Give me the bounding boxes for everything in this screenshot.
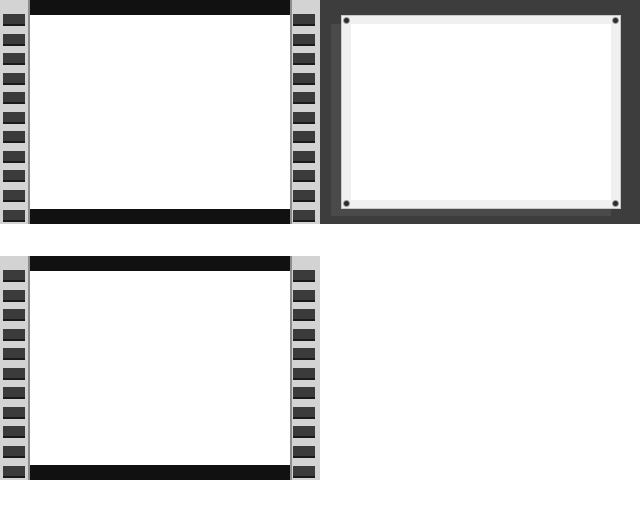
film-sprocket-hole	[293, 290, 315, 302]
film-screen	[30, 256, 290, 480]
pin-icon	[613, 201, 618, 206]
film-bar-top	[30, 0, 290, 15]
pin-icon	[613, 18, 618, 23]
film-sprocket-hole	[293, 309, 315, 321]
film-sprocket-hole	[3, 190, 25, 202]
film-sprocket-hole	[3, 270, 25, 282]
film-sprocket-hole	[3, 131, 25, 143]
film-bar-bottom	[30, 209, 290, 224]
film-sprocket-hole	[293, 466, 315, 478]
film-sprocket-hole	[3, 112, 25, 124]
film-screen	[30, 0, 290, 224]
film-strip-right	[290, 0, 320, 224]
film-sprocket-hole	[3, 426, 25, 438]
film-sprocket-hole	[3, 387, 25, 399]
film-sprocket-hole	[293, 151, 315, 163]
board-card	[341, 15, 621, 209]
film-sprocket-hole	[293, 112, 315, 124]
film-sprocket-hole	[293, 407, 315, 419]
film-sprocket-hole	[293, 131, 315, 143]
film-bar-bottom	[30, 465, 290, 480]
pin-icon	[344, 18, 349, 23]
film-sprocket-hole	[3, 53, 25, 65]
film-sprocket-hole	[3, 368, 25, 380]
film-sprocket-hole	[3, 73, 25, 85]
film-sprocket-hole	[3, 210, 25, 222]
canvas	[0, 0, 640, 512]
board-card-content	[351, 24, 611, 200]
film-sprocket-hole	[3, 466, 25, 478]
film-sprocket-hole	[3, 407, 25, 419]
film-sprocket-hole	[293, 170, 315, 182]
film-frame-bottom	[0, 256, 320, 480]
framed-board	[320, 0, 640, 224]
film-sprocket-hole	[293, 14, 315, 26]
film-sprocket-hole	[293, 92, 315, 104]
film-strip-left	[0, 256, 30, 480]
film-sprocket-hole	[3, 329, 25, 341]
film-sprocket-hole	[293, 348, 315, 360]
film-sprocket-hole	[3, 14, 25, 26]
film-sprocket-hole	[293, 270, 315, 282]
film-sprocket-hole	[3, 309, 25, 321]
film-sprocket-hole	[293, 53, 315, 65]
film-sprocket-hole	[293, 73, 315, 85]
film-sprocket-hole	[293, 446, 315, 458]
pin-icon	[344, 201, 349, 206]
film-bar-top	[30, 256, 290, 271]
film-sprocket-hole	[293, 34, 315, 46]
film-sprocket-hole	[3, 92, 25, 104]
film-strip-left	[0, 0, 30, 224]
film-strip-right	[290, 256, 320, 480]
film-sprocket-hole	[3, 348, 25, 360]
film-sprocket-hole	[293, 190, 315, 202]
film-sprocket-hole	[293, 368, 315, 380]
film-sprocket-hole	[3, 290, 25, 302]
film-frame-top	[0, 0, 320, 224]
film-sprocket-hole	[3, 151, 25, 163]
film-sprocket-hole	[3, 170, 25, 182]
film-sprocket-hole	[3, 446, 25, 458]
film-sprocket-hole	[293, 210, 315, 222]
film-sprocket-hole	[3, 34, 25, 46]
film-sprocket-hole	[293, 426, 315, 438]
film-sprocket-hole	[293, 329, 315, 341]
film-sprocket-hole	[293, 387, 315, 399]
